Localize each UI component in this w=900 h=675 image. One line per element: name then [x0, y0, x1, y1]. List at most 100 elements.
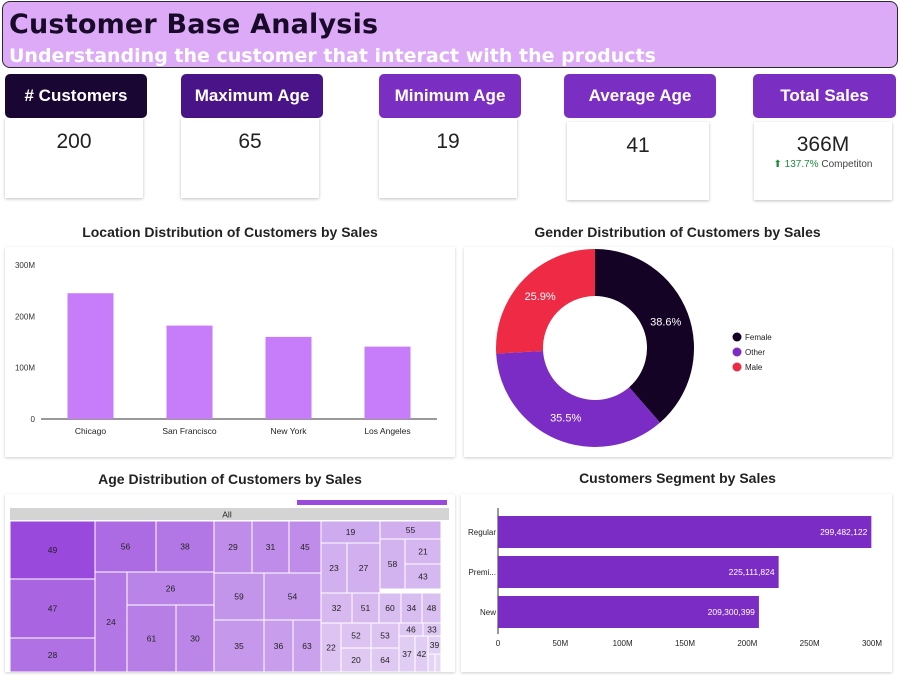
treemap-cell-label: 37 — [402, 649, 412, 659]
treemap-cell-label: 31 — [266, 542, 276, 552]
bar-san-francisco — [166, 325, 213, 419]
treemap-cell-label: 42 — [417, 649, 427, 659]
treemap-cell-label: 59 — [234, 592, 244, 602]
treemap-cell-label: 29 — [228, 542, 238, 552]
bar-los-angeles — [364, 346, 411, 419]
location-chart-title: Location Distribution of Customers by Sa… — [82, 224, 378, 240]
kpi-total-sales-comparison: ⬆ 137.7% Competiton — [754, 159, 892, 170]
bar-chicago — [67, 293, 114, 419]
comparison-delta: 137.7% — [784, 159, 819, 170]
legend-label: Male — [745, 363, 763, 372]
kpi-avg-age-value: 41 — [626, 134, 650, 157]
treemap-cell-label: 47 — [48, 604, 58, 614]
location-bar-chart: 0 100M 200M 300M Chicago San Francisco New Yor… — [15, 261, 437, 436]
treemap-cell-label: 27 — [359, 563, 369, 573]
treemap-cell-label: 48 — [427, 603, 437, 613]
treemap-cell-label: 26 — [166, 584, 176, 594]
treemap-cell-label: 21 — [418, 547, 428, 557]
gender-chart-title: Gender Distribution of Customers by Sale… — [534, 224, 821, 240]
kpi-min-age-card: 19 — [379, 118, 517, 198]
bar-new-york — [265, 336, 312, 419]
x-tick-label: San Francisco — [162, 426, 217, 436]
kpi-avg-age-label: Average Age — [564, 74, 716, 118]
treemap-cell-label: 39 — [430, 640, 440, 650]
treemap-cell-label: 55 — [406, 525, 416, 535]
kpi-total-sales-label: Total Sales — [753, 74, 896, 118]
treemap-cell-label: 60 — [385, 603, 395, 613]
kpi-customers-label: # Customers — [5, 74, 147, 118]
bar-value-label: 299,482,122 — [820, 527, 868, 537]
x-tick-label: Los Angeles — [364, 426, 410, 436]
kpi-avg-age-card: 41 — [567, 122, 709, 200]
age-chart-card: All 49 47 28 56 38 24 26 61 30 29 31 45 59 54 35 36 63 19 5… — [5, 494, 455, 673]
slice-label: 25.9% — [525, 291, 556, 303]
treemap-cell-label: 32 — [332, 603, 342, 613]
treemap-cell-label: 46 — [406, 625, 416, 635]
treemap-cell-label: 33 — [427, 625, 437, 635]
treemap-cell-label: 54 — [288, 592, 298, 602]
arrow-up-icon: ⬆ — [773, 159, 782, 170]
legend-marker — [732, 332, 742, 342]
y-tick-label: 100M — [15, 364, 35, 373]
x-tick-label: 50M — [553, 639, 569, 648]
treemap-cell-label: 43 — [418, 572, 428, 582]
slice-other — [496, 350, 661, 447]
treemap-cell-label: 51 — [361, 603, 371, 613]
kpi-customers-card: 200 — [5, 118, 143, 198]
comparison-label: Competiton — [821, 159, 873, 170]
treemap-cell-label: 45 — [300, 542, 310, 552]
page-subtitle: Understanding the customer that interact… — [9, 45, 656, 67]
bar-value-label: 225,111,824 — [729, 567, 775, 577]
treemap-cell-label: 61 — [147, 634, 157, 644]
treemap-cell-label: 19 — [346, 527, 356, 537]
treemap-cell-label: 52 — [351, 631, 361, 641]
header-banner: Customer Base Analysis Understanding the… — [2, 1, 898, 68]
treemap-cell-label: 53 — [380, 631, 390, 641]
treemap-cell-label: 49 — [48, 545, 58, 555]
legend-label: Other — [745, 348, 765, 357]
legend-label: Female — [745, 333, 772, 342]
x-tick-label: 300M — [862, 639, 882, 648]
segment-chart-title: Customers Segment by Sales — [579, 470, 776, 486]
bar-regular — [498, 516, 872, 548]
treemap-cell-label: 56 — [121, 542, 131, 552]
treemap-cell-age-62 — [427, 653, 436, 673]
y-tick-label: 0 — [31, 415, 36, 424]
x-tick-label: Chicago — [75, 426, 106, 436]
slice-label: 35.5% — [550, 413, 581, 425]
location-chart-card: 0 100M 200M 300M Chicago San Francisco New Yor… — [5, 247, 455, 457]
age-chart-title: Age Distribution of Customers by Sales — [98, 471, 362, 487]
treemap-cell-label: 63 — [302, 641, 312, 651]
treemap-cell-label: 28 — [48, 650, 58, 660]
kpi-max-age-value: 65 — [238, 130, 262, 153]
y-tick-label: Regular — [468, 528, 496, 537]
kpi-total-sales-card: 366M ⬆ 137.7% Competiton — [754, 122, 892, 200]
treemap-cell-age-41 — [434, 653, 442, 673]
kpi-max-age-label: Maximum Age — [181, 74, 323, 118]
bar-value-label: 209,300,399 — [708, 607, 756, 617]
kpi-customers-value: 200 — [56, 130, 92, 153]
segment-chart-card: 299,482,122 Regular 225,111,824 Premi... 209… — [461, 494, 892, 672]
treemap-cell-label: 64 — [380, 655, 390, 665]
x-tick-label: 200M — [737, 639, 757, 648]
x-tick-label: 0 — [496, 639, 501, 648]
y-tick-label: New — [480, 608, 496, 617]
treemap-cell-label: 34 — [407, 603, 417, 613]
y-tick-label: 200M — [15, 312, 35, 321]
treemap-cell-label: 23 — [329, 563, 339, 573]
y-tick-label: 300M — [15, 261, 35, 270]
legend-marker — [732, 362, 742, 372]
treemap-cell-label: 20 — [351, 655, 361, 665]
color-scale-bar — [297, 500, 447, 505]
treemap-cell-label: 38 — [180, 542, 190, 552]
treemap-root-label: All — [222, 510, 232, 520]
treemap-cell-label: 36 — [274, 641, 284, 651]
treemap-cell-label: 22 — [326, 643, 336, 653]
kpi-min-age-value: 19 — [436, 130, 460, 153]
x-tick-label: 100M — [613, 639, 633, 648]
treemap-cell-label: 58 — [388, 559, 398, 569]
x-tick-label: New York — [271, 426, 308, 436]
kpi-max-age-card: 65 — [181, 118, 319, 198]
legend-marker — [732, 347, 742, 357]
treemap-cell-label: 24 — [106, 617, 116, 627]
